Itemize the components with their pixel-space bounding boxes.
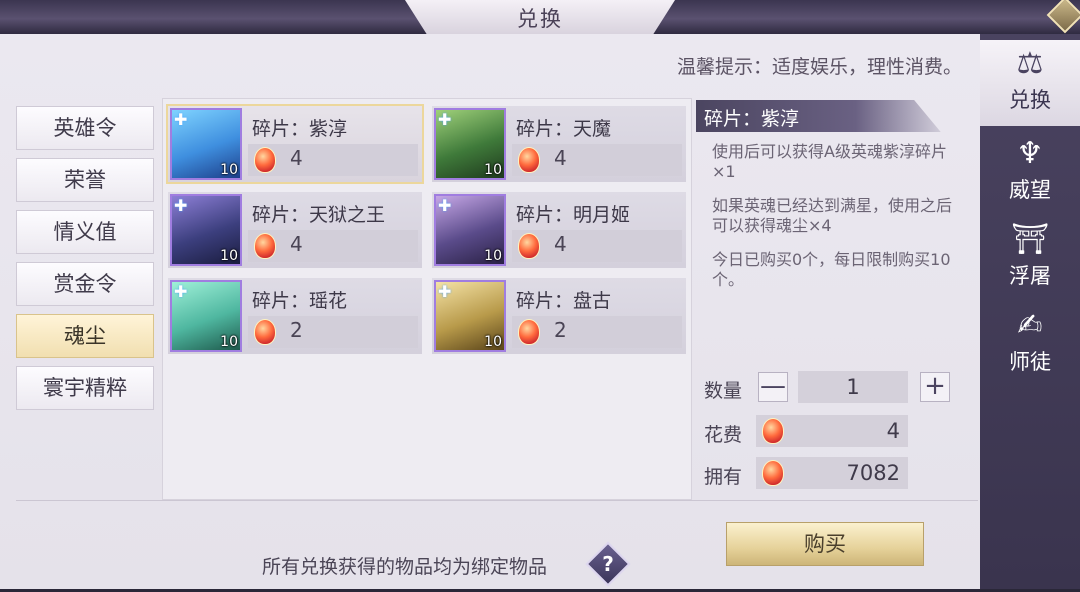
decrease-quantity-button[interactable]: —: [758, 372, 788, 402]
hero-portrait: ✚ 10: [170, 108, 242, 180]
category-soul-dust[interactable]: 魂尘: [16, 314, 154, 358]
cost-bar: 4: [512, 144, 682, 176]
level-label: 10: [220, 248, 238, 264]
cost-label: 花费: [704, 424, 743, 446]
soul-dust-gem-icon: [518, 319, 540, 345]
level-label: 10: [484, 334, 502, 350]
soul-dust-gem-icon: [518, 147, 540, 173]
tab-label: 浮屠: [1009, 264, 1051, 288]
cost-value: 2: [554, 318, 567, 342]
detail-description: 使用后可以获得A级英魂紫淳碎片×1: [712, 142, 947, 181]
soul-dust-gem-icon: [254, 147, 276, 173]
puzzle-piece-icon: ✚: [438, 110, 452, 129]
item-card[interactable]: ✚ 10 碎片：盘古 2: [432, 278, 686, 354]
cost-value: 4: [554, 232, 567, 256]
tab-pagoda[interactable]: ⛩ 浮屠: [980, 216, 1080, 302]
hero-portrait: ✚ 10: [434, 108, 506, 180]
item-name: 碎片：紫淳: [252, 118, 348, 140]
tab-label: 威望: [1009, 178, 1051, 202]
cost-bar: 2: [512, 316, 682, 348]
soul-dust-gem-icon: [254, 233, 276, 259]
level-label: 10: [220, 334, 238, 350]
divider: [16, 500, 978, 501]
level-label: 10: [220, 162, 238, 178]
puzzle-piece-icon: ✚: [438, 196, 452, 215]
item-name: 碎片：天魔: [516, 118, 612, 140]
cost-value: 4: [554, 146, 567, 170]
scales-icon: ⚖: [1016, 46, 1044, 81]
level-label: 10: [484, 162, 502, 178]
hero-portrait: ✚ 10: [434, 280, 506, 352]
item-card[interactable]: ✚ 10 碎片：瑶花 2: [168, 278, 422, 354]
cost-bar: 4: [512, 230, 682, 262]
detail-title: 碎片：紫淳: [704, 108, 800, 130]
cost-box: 4: [756, 415, 908, 447]
right-tab-rail: ⚖ 兑换 ♆ 威望 ⛩ 浮屠 ✍ 师徒: [980, 34, 1080, 589]
wings-icon: ♆: [1016, 136, 1044, 171]
notice-text: 温馨提示：适度娱乐，理性消费。: [676, 56, 962, 78]
puzzle-piece-icon: ✚: [174, 282, 188, 301]
cost-bar: 2: [248, 316, 418, 348]
owned-label: 拥有: [704, 466, 743, 488]
item-card[interactable]: ✚ 10 碎片：紫淳 4: [166, 104, 424, 184]
item-card[interactable]: ✚ 10 碎片：明月姬 4: [432, 192, 686, 268]
book-icon: ✍: [1017, 308, 1043, 343]
owned-amount: 7082: [846, 461, 900, 485]
hero-portrait: ✚ 10: [170, 280, 242, 352]
level-label: 10: [484, 248, 502, 264]
item-name: 碎片：瑶花: [252, 290, 348, 312]
category-hero-token[interactable]: 英雄令: [16, 106, 154, 150]
cost-value: 2: [290, 318, 303, 342]
increase-quantity-button[interactable]: +: [920, 372, 950, 402]
item-name: 碎片：明月姬: [516, 204, 631, 226]
cost-bar: 4: [248, 144, 418, 176]
soul-dust-gem-icon: [518, 233, 540, 259]
hero-portrait: ✚ 10: [434, 194, 506, 266]
category-universe-essence[interactable]: 寰宇精粹: [16, 366, 154, 410]
detail-description-max-star: 如果英魂已经达到满星，使用之后可以获得魂尘×4: [712, 196, 953, 235]
quantity-label: 数量: [704, 380, 743, 402]
tab-exchange[interactable]: ⚖ 兑换: [980, 40, 1080, 126]
puzzle-piece-icon: ✚: [174, 110, 188, 129]
tab-prestige[interactable]: ♆ 威望: [980, 130, 1080, 216]
detail-panel: 碎片：紫淳 使用后可以获得A级英魂紫淳碎片×1 如果英魂已经达到满星，使用之后可…: [696, 100, 962, 498]
cost-bar: 4: [248, 230, 418, 262]
owned-box: 7082: [756, 457, 908, 489]
puzzle-piece-icon: ✚: [438, 282, 452, 301]
item-name: 碎片：天狱之王: [252, 204, 386, 226]
question-mark: ?: [602, 552, 614, 576]
category-bounty-token[interactable]: 赏金令: [16, 262, 154, 306]
buy-button[interactable]: 购买: [726, 522, 924, 566]
item-name: 碎片：盘古: [516, 290, 612, 312]
pagoda-icon: ⛩: [1010, 222, 1050, 257]
exchange-window: 兑换 温馨提示：适度娱乐，理性消费。 英雄令 荣誉 情义值 赏金令 魂尘 寰宇精…: [0, 0, 1080, 589]
tab-mentorship[interactable]: ✍ 师徒: [980, 302, 1080, 388]
category-friendship[interactable]: 情义值: [16, 210, 154, 254]
soul-dust-gem-icon: [762, 460, 784, 486]
category-list: 英雄令 荣誉 情义值 赏金令 魂尘 寰宇精粹: [16, 106, 158, 418]
cost-value: 4: [290, 146, 303, 170]
bound-items-note: 所有兑换获得的物品均为绑定物品: [262, 556, 548, 578]
category-honor[interactable]: 荣誉: [16, 158, 154, 202]
purchase-limit-text: 今日已购买0个，每日限制购买10个。: [712, 250, 951, 289]
cost-value: 4: [290, 232, 303, 256]
tab-label: 兑换: [1009, 88, 1051, 112]
hero-portrait: ✚ 10: [170, 194, 242, 266]
item-card[interactable]: ✚ 10 碎片：天魔 4: [432, 106, 686, 182]
puzzle-piece-icon: ✚: [174, 196, 188, 215]
quantity-value[interactable]: 1: [798, 371, 908, 403]
soul-dust-gem-icon: [254, 319, 276, 345]
soul-dust-gem-icon: [762, 418, 784, 444]
tab-label: 师徒: [1009, 350, 1051, 374]
cost-total: 4: [886, 419, 900, 443]
item-card[interactable]: ✚ 10 碎片：天狱之王 4: [168, 192, 422, 268]
window-title: 兑换: [517, 7, 563, 31]
